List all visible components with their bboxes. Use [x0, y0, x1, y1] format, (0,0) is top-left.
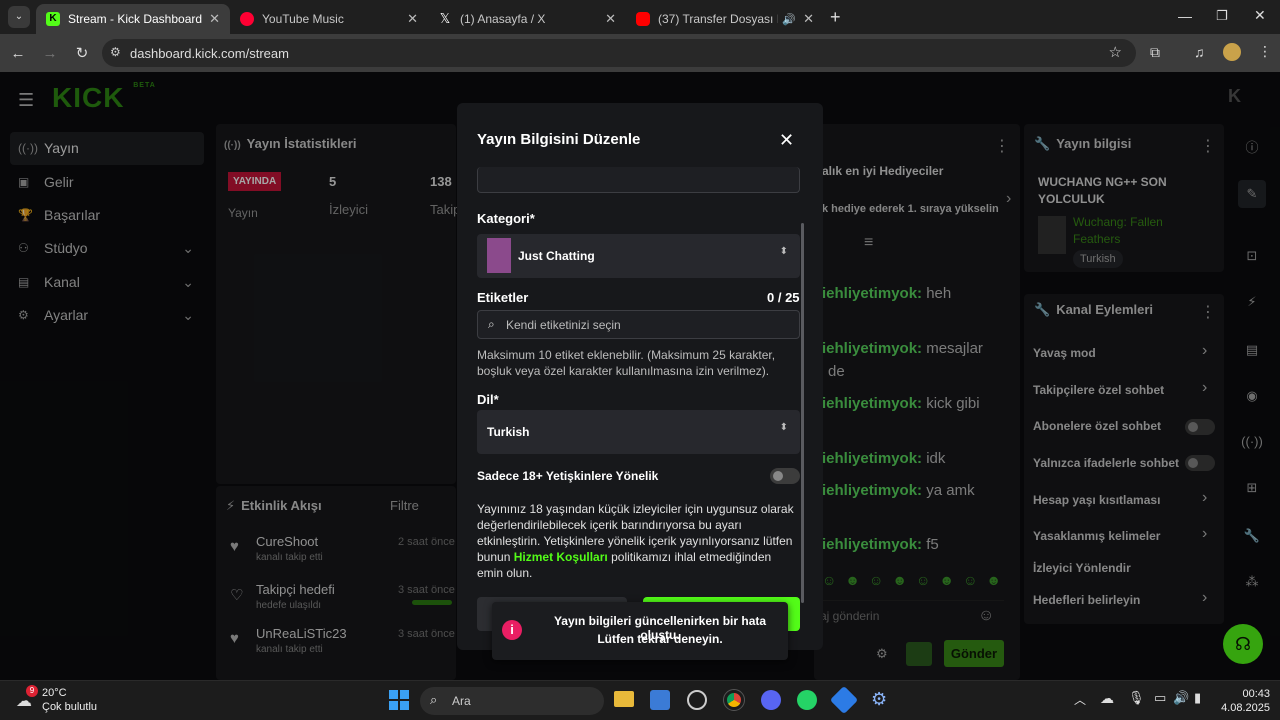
site-info-icon[interactable]: ⚙	[110, 45, 121, 59]
browser-tab-bar: ⌄ K Stream - Kick Dashboard ✕ YouTube Mu…	[0, 0, 1280, 34]
error-toast: i Yayın bilgileri güncellenirken bir hat…	[492, 602, 788, 660]
window-close-button[interactable]: ✕	[1254, 7, 1266, 24]
tab-youtube-video[interactable]: (37) Transfer Dosyası I Ersin 🔊 ✕	[626, 4, 824, 34]
tags-input[interactable]: ⌕ Kendi etiketinizi seçin	[477, 310, 800, 339]
weather-badge: 9	[26, 685, 38, 697]
adult-content-label: Sadece 18+ Yetişkinlere Yönelik	[477, 469, 659, 483]
tab-kick-dashboard[interactable]: K Stream - Kick Dashboard ✕	[36, 4, 230, 34]
audio-playing-icon[interactable]: 🔊	[782, 13, 796, 26]
language-label: Dil*	[477, 392, 499, 407]
tab-title: (37) Transfer Dosyası I Ersin	[658, 12, 778, 26]
tab-title: YouTube Music	[262, 12, 344, 26]
edit-stream-info-modal: Yayın Bilgisini Düzenle ✕ Kategori* Just…	[457, 103, 823, 650]
app-icon[interactable]	[829, 685, 859, 715]
windows-start-icon[interactable]	[389, 690, 409, 710]
close-icon[interactable]: ✕	[407, 11, 418, 27]
category-label: Kategori*	[477, 211, 535, 226]
taskbar-search[interactable]: ⌕ Ara	[420, 687, 604, 715]
modal-scrollbar[interactable]	[801, 223, 804, 603]
network-icon[interactable]: ▭	[1154, 690, 1166, 706]
bookmark-star-icon[interactable]: ☆	[1109, 43, 1122, 61]
maximize-button[interactable]: ❐	[1216, 8, 1228, 24]
search-icon: ⌕	[488, 317, 495, 331]
profile-avatar[interactable]	[1223, 43, 1241, 61]
volume-icon[interactable]: 🔊	[1173, 690, 1189, 706]
tab-title: (1) Anasayfa / X	[460, 12, 546, 26]
error-icon: i	[502, 620, 522, 640]
chrome-icon[interactable]	[723, 689, 745, 711]
media-control-icon[interactable]: ♫	[1194, 44, 1205, 60]
terms-link[interactable]: Hizmet Koşulları	[514, 550, 608, 564]
youtube-music-icon	[240, 12, 254, 26]
new-tab-button[interactable]: +	[830, 7, 841, 28]
title-input[interactable]	[477, 167, 800, 193]
minimize-button[interactable]: —	[1178, 8, 1192, 24]
discord-icon[interactable]	[761, 690, 781, 710]
tray-chevron-up-icon[interactable]: ︿	[1074, 691, 1086, 708]
microphone-icon[interactable]: 🎙	[1128, 690, 1145, 706]
reload-icon[interactable]: ↻	[68, 44, 96, 62]
toast-line-2: Lütfen tekrar deneyin.	[597, 632, 723, 646]
tab-youtube-music[interactable]: YouTube Music ✕	[230, 4, 428, 34]
weather-widget[interactable]: ☁ 9 20°C Çok bulutlu	[14, 685, 124, 715]
forward-arrow-icon[interactable]: →	[36, 45, 64, 62]
category-select[interactable]: Just Chatting ⬍	[477, 234, 800, 278]
tab-search-button[interactable]: ⌄	[8, 6, 30, 28]
battery-icon[interactable]: ▮	[1194, 690, 1201, 706]
windows-taskbar: ☁ 9 20°C Çok bulutlu ⌕ Ara ⚙ ︿ ☁ 🎙 ▭ 🔊 ▮…	[0, 680, 1280, 720]
extensions-icon[interactable]: ⧉	[1150, 44, 1160, 61]
youtube-icon	[636, 12, 650, 26]
select-arrows-icon: ⬍	[779, 246, 788, 257]
browser-menu-icon[interactable]: ⋮	[1258, 43, 1272, 60]
settings-icon[interactable]: ⚙	[871, 689, 887, 710]
tags-label: Etiketler	[477, 290, 529, 305]
address-bar[interactable]: ⚙ dashboard.kick.com/stream ☆	[102, 39, 1136, 67]
clock-app-icon[interactable]	[687, 690, 707, 710]
file-explorer-icon[interactable]	[614, 691, 634, 707]
tab-x[interactable]: 𝕏 (1) Anasayfa / X ✕	[428, 4, 626, 34]
close-icon[interactable]: ✕	[209, 11, 220, 27]
x-logo-icon: 𝕏	[439, 11, 451, 26]
kick-favicon-icon: K	[46, 12, 60, 26]
back-arrow-icon[interactable]: ←	[4, 45, 32, 62]
close-icon[interactable]: ✕	[605, 11, 616, 27]
onedrive-icon[interactable]: ☁	[1100, 690, 1114, 707]
language-select[interactable]: Turkish ⬍	[477, 410, 800, 454]
category-thumbnail	[487, 238, 511, 273]
browser-toolbar: ← → ↻ ⚙ dashboard.kick.com/stream ☆ ⧉ ♫ …	[0, 34, 1280, 72]
clock[interactable]: 00:43 4.08.2025	[1212, 687, 1270, 715]
modal-title: Yayın Bilgisini Düzenle	[477, 131, 641, 148]
url-text: dashboard.kick.com/stream	[130, 45, 289, 61]
adult-content-description: Yayınınız 18 yaşından küçük izleyiciler …	[477, 502, 794, 580]
tab-title: Stream - Kick Dashboard	[68, 12, 203, 26]
select-arrows-icon: ⬍	[779, 422, 788, 433]
close-icon[interactable]: ✕	[779, 130, 794, 151]
search-icon: ⌕	[430, 692, 438, 707]
adult-content-toggle[interactable]	[770, 468, 800, 484]
store-icon[interactable]	[650, 690, 670, 710]
close-icon[interactable]: ✕	[803, 11, 814, 27]
tags-hint: Maksimum 10 etiket eklenebilir. (Maksimu…	[477, 348, 776, 378]
whatsapp-icon[interactable]	[797, 690, 817, 710]
tags-count: 0 / 25	[767, 290, 800, 305]
